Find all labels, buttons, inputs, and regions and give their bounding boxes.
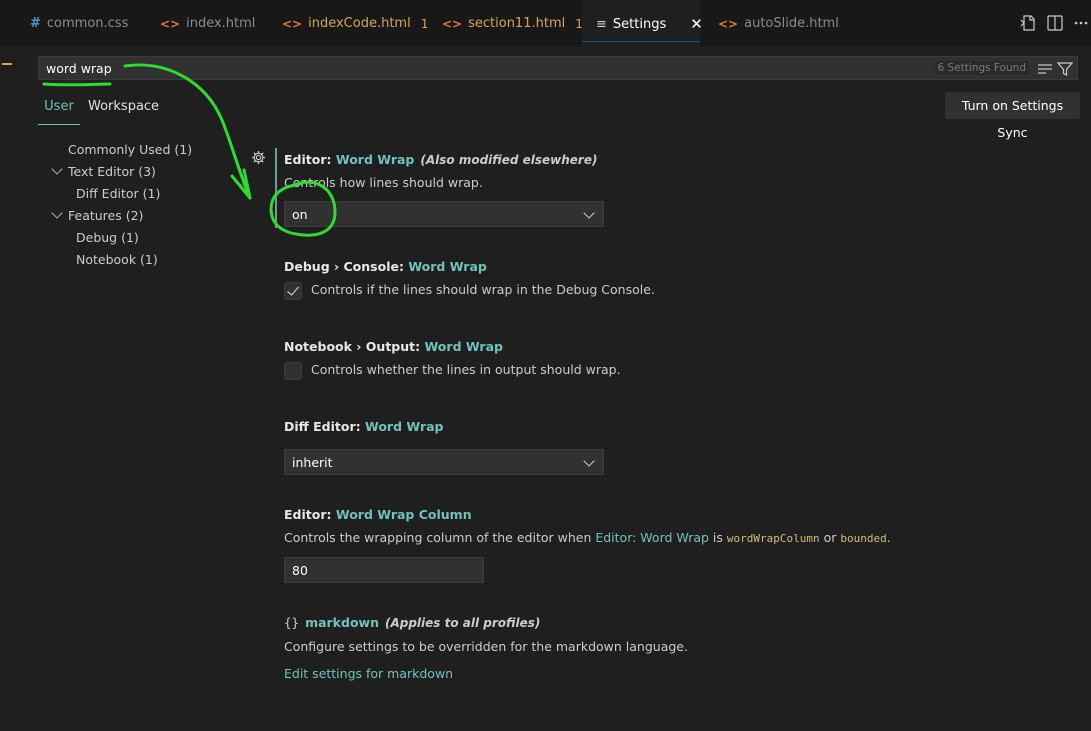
desc-text: is	[708, 530, 727, 545]
close-icon[interactable]: ✕	[690, 15, 703, 33]
search-value: word wrap	[46, 61, 112, 76]
chevron-down-icon[interactable]	[51, 163, 63, 175]
code-icon: <>	[442, 16, 463, 31]
tab-label: Settings	[612, 16, 667, 32]
setting-link[interactable]: Editor: Word Wrap	[595, 530, 709, 545]
settings-found-count: 6 Settings Found	[934, 61, 1029, 75]
setting-title-editor-word-wrap: Editor: Word Wrap (Also modified elsewher…	[284, 152, 597, 167]
chevron-down-icon	[583, 207, 595, 219]
open-settings-json-icon[interactable]	[1020, 14, 1038, 32]
profiles-note: (Applies to all profiles)	[384, 616, 541, 630]
code-icon: <>	[282, 16, 303, 31]
tab-user[interactable]: User	[38, 96, 80, 125]
setting-title-markdown: {} markdown (Applies to all profiles)	[284, 615, 540, 630]
tab-label: common.css	[46, 16, 129, 31]
code-icon: <>	[160, 16, 181, 31]
annotation-arrowhead	[230, 168, 252, 200]
settings-lines-icon: ≡	[596, 16, 607, 32]
tab-settings[interactable]: ≡ Settings ✕	[582, 0, 703, 47]
modified-elsewhere-note[interactable]: (Also modified elsewhere)	[420, 153, 597, 167]
toc-item-commonly-used[interactable]: Commonly Used (1)	[68, 142, 192, 157]
setting-description: Controls how lines should wrap.	[284, 175, 483, 190]
toc-item-debug[interactable]: Debug (1)	[76, 230, 139, 245]
more-actions-icon[interactable]	[1072, 14, 1090, 32]
tab-label: autoSlide.html	[744, 16, 839, 31]
setting-key: Word Wrap	[408, 259, 487, 274]
code-value: wordWrapColumn	[726, 532, 820, 545]
select-value: inherit	[292, 455, 333, 470]
toc-item-text-editor[interactable]: Text Editor (3)	[68, 164, 156, 179]
braces-icon: {}	[284, 615, 300, 630]
gear-icon[interactable]	[251, 150, 266, 165]
setting-description: Controls the wrapping column of the edit…	[284, 530, 891, 545]
setting-key: Word Wrap Column	[335, 507, 472, 522]
setting-title-word-wrap-column: Editor: Word Wrap Column	[284, 507, 472, 522]
edit-settings-for-markdown-link[interactable]: Edit settings for markdown	[284, 666, 453, 681]
tab-workspace[interactable]: Workspace	[88, 96, 159, 124]
setting-key: Word Wrap	[365, 419, 444, 434]
problem-count-badge: 1	[420, 16, 429, 31]
tab-index-html[interactable]: <> index.html	[152, 0, 270, 47]
toc-item-features[interactable]: Features (2)	[68, 208, 143, 223]
word-wrap-select[interactable]: on	[284, 201, 604, 227]
setting-key: Word Wrap	[424, 339, 503, 354]
split-editor-icon[interactable]	[1046, 14, 1064, 32]
clear-filter-icon[interactable]	[1037, 61, 1053, 77]
gutter-indicator	[2, 63, 12, 65]
code-icon: <>	[718, 16, 739, 31]
check-icon	[287, 283, 299, 296]
desc-text: Controls the wrapping column of the edit…	[284, 530, 596, 545]
toc-item-notebook[interactable]: Notebook (1)	[76, 252, 158, 267]
select-value: on	[292, 207, 308, 222]
tab-label: indexCode.html	[308, 16, 411, 31]
tab-common-css[interactable]: # common.css	[22, 0, 150, 47]
turn-on-settings-sync-button[interactable]: Turn on Settings Sync	[945, 92, 1080, 140]
tab-autoslide-html[interactable]: <> autoSlide.html	[710, 0, 848, 47]
annotation-underline	[42, 82, 112, 87]
desc-text: .	[886, 530, 891, 545]
setting-title-notebook-output-word-wrap: Notebook › Output: Word Wrap	[284, 339, 503, 354]
tab-indexcode-html[interactable]: <> indexCode.html 1	[274, 0, 428, 47]
hash-icon: #	[30, 16, 41, 31]
tab-label: section11.html	[468, 16, 566, 31]
code-value: bounded	[840, 532, 887, 545]
setting-description: Configure settings to be overridden for …	[284, 639, 688, 654]
setting-title-debug-console-word-wrap: Debug › Console: Word Wrap	[284, 259, 487, 274]
setting-description: Controls whether the lines in output sho…	[311, 362, 621, 377]
filter-icon[interactable]	[1057, 61, 1073, 77]
tab-section11-html[interactable]: <> section11.html 1	[434, 0, 583, 47]
debug-console-word-wrap-checkbox[interactable]	[284, 282, 302, 300]
desc-text: or	[819, 530, 841, 545]
setting-key: markdown	[305, 615, 379, 630]
chevron-down-icon[interactable]	[51, 207, 63, 219]
word-wrap-column-input[interactable]: 80	[284, 557, 484, 583]
chevron-down-icon	[583, 455, 595, 467]
modified-indicator	[275, 148, 277, 228]
setting-category: Debug › Console:	[284, 259, 409, 274]
settings-search-input[interactable]: word wrap 6 Settings Found	[38, 56, 1078, 80]
tab-label: index.html	[186, 16, 256, 31]
setting-description: Controls if the lines should wrap in the…	[311, 282, 655, 297]
setting-category: Editor:	[284, 507, 336, 522]
setting-title-diff-editor-word-wrap: Diff Editor: Word Wrap	[284, 419, 444, 434]
input-value: 80	[292, 563, 308, 578]
setting-category: Notebook › Output:	[284, 339, 425, 354]
setting-key: Word Wrap	[335, 152, 415, 167]
editor-tab-bar: # common.css <> index.html <> indexCode.…	[0, 0, 1091, 47]
setting-category: Editor:	[284, 152, 336, 167]
setting-category: Diff Editor:	[284, 419, 365, 434]
diff-editor-word-wrap-select[interactable]: inherit	[284, 449, 604, 475]
notebook-output-word-wrap-checkbox[interactable]	[284, 362, 302, 380]
toc-item-diff-editor[interactable]: Diff Editor (1)	[76, 186, 160, 201]
